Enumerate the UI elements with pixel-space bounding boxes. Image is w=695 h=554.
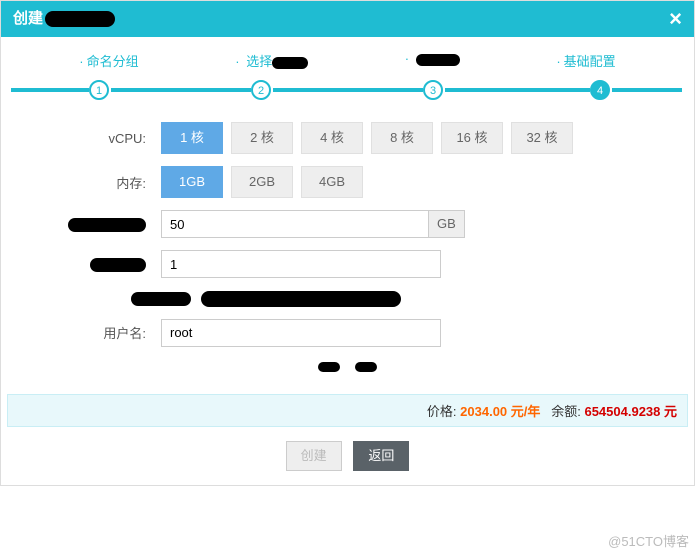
modal-header: 创建 × <box>1 1 694 37</box>
vcpu-opt-16[interactable]: 16 核 <box>441 122 503 154</box>
step-label-4[interactable]: 基础配置 <box>556 51 615 70</box>
vcpu-opt-8[interactable]: 8 核 <box>371 122 433 154</box>
price-bar: 价格: 2034.00 元/年 余额: 654504.9238 元 <box>7 394 688 427</box>
create-button[interactable]: 创建 <box>286 441 342 471</box>
step-circle-2[interactable]: 2 <box>251 80 271 100</box>
step-circle-1[interactable]: 1 <box>89 80 109 100</box>
mem-opt-1gb[interactable]: 1GB <box>161 166 223 198</box>
step-circle-4[interactable]: 4 <box>590 80 610 100</box>
step-label-3[interactable] <box>405 51 460 70</box>
vcpu-opt-32[interactable]: 32 核 <box>511 122 573 154</box>
row-redacted <box>131 290 664 307</box>
balance-label: 余额: <box>551 404 581 419</box>
username-label: 用户名: <box>31 323 161 342</box>
row-disk: GB <box>31 210 664 238</box>
back-button[interactable]: 返回 <box>353 441 409 471</box>
step-circle-3[interactable]: 3 <box>423 80 443 100</box>
row-username: 用户名: <box>31 319 664 347</box>
row-redacted-2 <box>31 359 664 374</box>
step-label-1[interactable]: 命名分组 <box>79 51 138 70</box>
balance-value: 654504.9238 元 <box>584 404 677 419</box>
step-labels: 命名分组 选择 基础配置 <box>1 37 694 70</box>
vcpu-opt-4[interactable]: 4 核 <box>301 122 363 154</box>
row-memory: 内存: 1GB 2GB 4GB <box>31 166 664 198</box>
price-value: 2034.00 元/年 <box>460 404 540 419</box>
step-track: 1 2 3 4 <box>11 78 684 108</box>
vcpu-opt-2[interactable]: 2 核 <box>231 122 293 154</box>
disk-input[interactable] <box>161 210 429 238</box>
modal-title: 创建 <box>13 1 115 37</box>
step-label-2[interactable]: 选择 <box>235 51 308 70</box>
count-label <box>31 256 161 272</box>
mem-opt-2gb[interactable]: 2GB <box>231 166 293 198</box>
row-vcpu: vCPU: 1 核 2 核 4 核 8 核 16 核 32 核 <box>31 122 664 154</box>
watermark: @51CTO博客 <box>608 531 689 550</box>
mem-opt-4gb[interactable]: 4GB <box>301 166 363 198</box>
disk-label <box>31 216 161 232</box>
memory-label: 内存: <box>31 173 161 192</box>
vcpu-opt-1[interactable]: 1 核 <box>161 122 223 154</box>
disk-unit: GB <box>429 210 465 238</box>
count-input[interactable] <box>161 250 441 278</box>
modal: 创建 × 命名分组 选择 基础配置 1 2 3 4 vCPU: 1 核 2 核 … <box>0 0 695 486</box>
close-icon[interactable]: × <box>669 1 682 37</box>
form-area: vCPU: 1 核 2 核 4 核 8 核 16 核 32 核 内存: 1GB … <box>1 122 694 388</box>
button-row: 创建 返回 <box>1 433 694 485</box>
vcpu-label: vCPU: <box>31 131 161 146</box>
price-label: 价格: <box>427 404 457 419</box>
row-count <box>31 250 664 278</box>
username-input[interactable] <box>161 319 441 347</box>
